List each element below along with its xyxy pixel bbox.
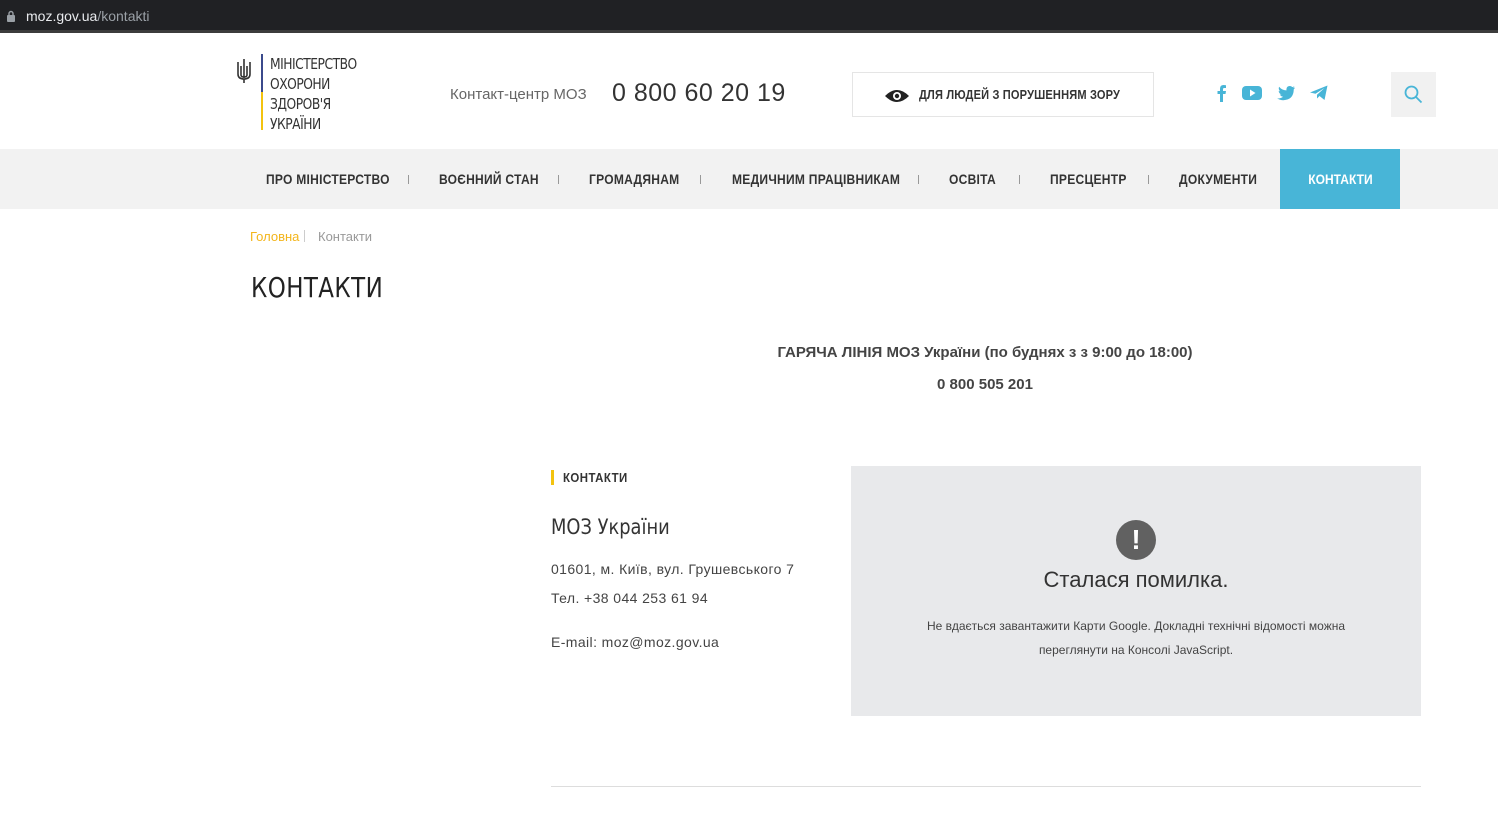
ministry-logo[interactable]: Міністерство охорони здоров'я України: [235, 54, 375, 134]
accessibility-button-label: Для людей з порушенням зору: [919, 87, 1121, 102]
organization-address: 01601, м. Київ, вул. Грушевського 7: [551, 561, 795, 577]
search-button[interactable]: [1391, 72, 1436, 117]
contacts-section-heading: Контакти: [551, 470, 637, 485]
nav-separator: [918, 175, 919, 184]
breadcrumb-home-link[interactable]: Головна: [250, 229, 299, 244]
telegram-icon[interactable]: [1309, 84, 1329, 102]
map-error-text: Не вдається завантажити Карти Google. До…: [926, 619, 1346, 657]
map-error-title: Сталася помилка.: [1043, 567, 1229, 592]
lock-icon: [7, 10, 15, 22]
logo-divider: [261, 54, 263, 130]
accessibility-button[interactable]: Для людей з порушенням зору: [852, 72, 1154, 117]
logo-line: здоров'я: [270, 95, 331, 113]
main-navigation: Про Міністерство Воєнний стан Громадянам…: [0, 149, 1498, 209]
organization-phone[interactable]: Тел. +38 044 253 61 94: [551, 590, 708, 606]
google-map-error: ! Сталася помилка. Не вдається завантажи…: [851, 466, 1421, 716]
nav-item-documents[interactable]: Документи: [1179, 149, 1270, 209]
hotline-phone[interactable]: 0 800 505 201: [550, 376, 1420, 393]
breadcrumb-separator: [304, 230, 305, 242]
contact-center-phone[interactable]: 0 800 60 20 19: [612, 79, 786, 108]
url-host: moz.gov.ua: [26, 8, 98, 24]
browser-address-bar[interactable]: moz.gov.ua/kontakti: [0, 0, 1498, 33]
nav-item-about[interactable]: Про Міністерство: [266, 149, 410, 209]
content-divider: [551, 786, 1421, 787]
hotline-title: ГАРЯЧА ЛІНІЯ МОЗ України (по буднях з з …: [777, 344, 1193, 361]
nav-item-contacts[interactable]: Контакти: [1280, 149, 1400, 209]
nav-separator: [408, 175, 409, 184]
logo-line: Міністерство: [270, 55, 357, 73]
page-title: Контакти: [251, 271, 384, 304]
breadcrumb-current: Контакти: [318, 229, 373, 244]
url-path: /kontakti: [97, 8, 150, 24]
nav-separator: [1148, 175, 1149, 184]
organization-name: МОЗ України: [551, 515, 670, 539]
search-icon: [1404, 85, 1423, 104]
logo-line: охорони: [270, 75, 330, 93]
eye-icon: [885, 90, 909, 102]
nav-separator: [700, 175, 701, 184]
nav-item-citizens[interactable]: Громадянам: [589, 149, 694, 209]
nav-item-education[interactable]: Освіта: [949, 149, 1004, 209]
error-icon: !: [1116, 520, 1156, 560]
site-header: Міністерство охорони здоров'я України Ко…: [0, 36, 1498, 149]
nav-separator: [558, 175, 559, 184]
nav-item-press-center[interactable]: Пресцентр: [1050, 149, 1139, 209]
nav-item-medical-workers[interactable]: Медичним працівникам: [732, 149, 928, 209]
logo-text: Міністерство охорони здоров'я України: [270, 54, 393, 134]
nav-separator: [1019, 175, 1020, 184]
nav-item-martial-law[interactable]: Воєнний стан: [439, 149, 555, 209]
trident-icon: [237, 59, 251, 83]
twitter-icon[interactable]: [1276, 84, 1296, 102]
organization-email[interactable]: E-mail: moz@moz.gov.ua: [551, 634, 719, 650]
logo-line: України: [270, 115, 321, 133]
youtube-icon[interactable]: [1242, 84, 1262, 102]
contact-center-label: Контакт-центр МОЗ: [450, 86, 587, 103]
facebook-icon[interactable]: [1212, 84, 1232, 102]
url-text: moz.gov.ua/kontakti: [26, 8, 149, 24]
